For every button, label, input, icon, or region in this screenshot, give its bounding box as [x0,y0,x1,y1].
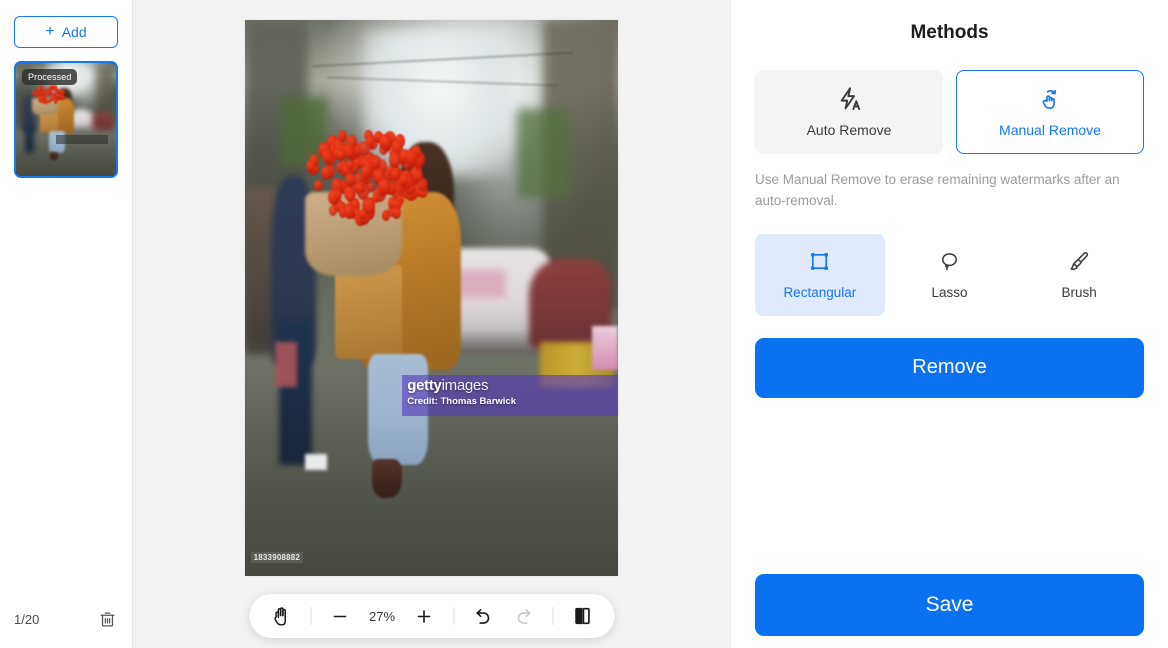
rectangle-select-icon [808,250,831,274]
method-auto-remove[interactable]: Auto Remove [755,70,943,154]
photo-roses [297,115,439,227]
photo-foliage [517,108,570,198]
compare-split-icon[interactable] [564,598,600,634]
toolbar-divider [552,607,553,625]
tool-rectangular[interactable]: Rectangular [755,233,885,316]
zoom-out-button[interactable] [322,598,358,634]
panel-title: Methods [910,22,989,43]
watermark-selection-overlay[interactable] [401,374,618,417]
tool-brush-label: Brush [1061,284,1097,300]
sidebar: + Add Processed 1/20 [0,0,133,648]
add-button[interactable]: + Add [14,16,118,48]
method-manual-remove[interactable]: Manual Remove [956,70,1144,154]
method-hint: Use Manual Remove to erase remaining wat… [755,172,1120,208]
image-canvas[interactable]: gettyimages Credit: Thomas Barwick 18339… [245,20,618,576]
methods-panel: Methods Auto Remove Manual Remove Use Ma… [730,0,1168,648]
image-id-label: 1833908882 [250,551,304,563]
hand-icon[interactable] [263,598,299,634]
method-auto-remove-label: Auto Remove [806,121,892,138]
redo-icon[interactable] [505,598,541,634]
trash-icon[interactable] [96,608,118,630]
auto-flash-icon [836,87,863,113]
thumbnail-item-1[interactable]: Processed [14,61,118,178]
thumbnail-list: Processed [0,61,132,598]
brush-icon [1068,250,1091,274]
page-counter: 1/20 [14,611,40,627]
photo-price-sign [591,325,618,371]
tool-buttons: Rectangular Lasso Brush [755,233,1144,316]
toolbar-divider [453,607,454,625]
photo-tote-bag [334,264,402,360]
canvas-area[interactable]: gettyimages Credit: Thomas Barwick 18339… [133,0,730,648]
tool-brush[interactable]: Brush [1014,234,1144,316]
photo-woman-boots [371,459,402,499]
toolbar-divider [310,607,311,625]
method-manual-remove-label: Manual Remove [999,121,1101,138]
hand-gesture-icon [1038,87,1063,113]
photo-shopping-bag [274,342,298,387]
lasso-icon [938,250,961,274]
plus-icon: + [45,22,55,40]
method-buttons: Auto Remove Manual Remove [755,70,1144,154]
add-button-label: Add [61,24,87,40]
zoom-level-label: 27% [368,608,396,624]
undo-icon[interactable] [465,598,501,634]
sidebar-footer: 1/20 [0,598,132,648]
canvas-toolbar: 27% [249,594,614,638]
remove-button[interactable]: Remove [755,337,1144,398]
tool-lasso[interactable]: Lasso [885,234,1015,316]
tool-rectangular-label: Rectangular [783,284,857,300]
app-root: + Add Processed 1/20 gettyimages Credit:… [0,0,1168,648]
zoom-in-button[interactable] [406,598,442,634]
photo-shoe [304,453,328,471]
tool-lasso-label: Lasso [931,284,968,300]
thumbnail-badge: Processed [22,69,78,85]
save-button[interactable]: Save [755,574,1144,636]
